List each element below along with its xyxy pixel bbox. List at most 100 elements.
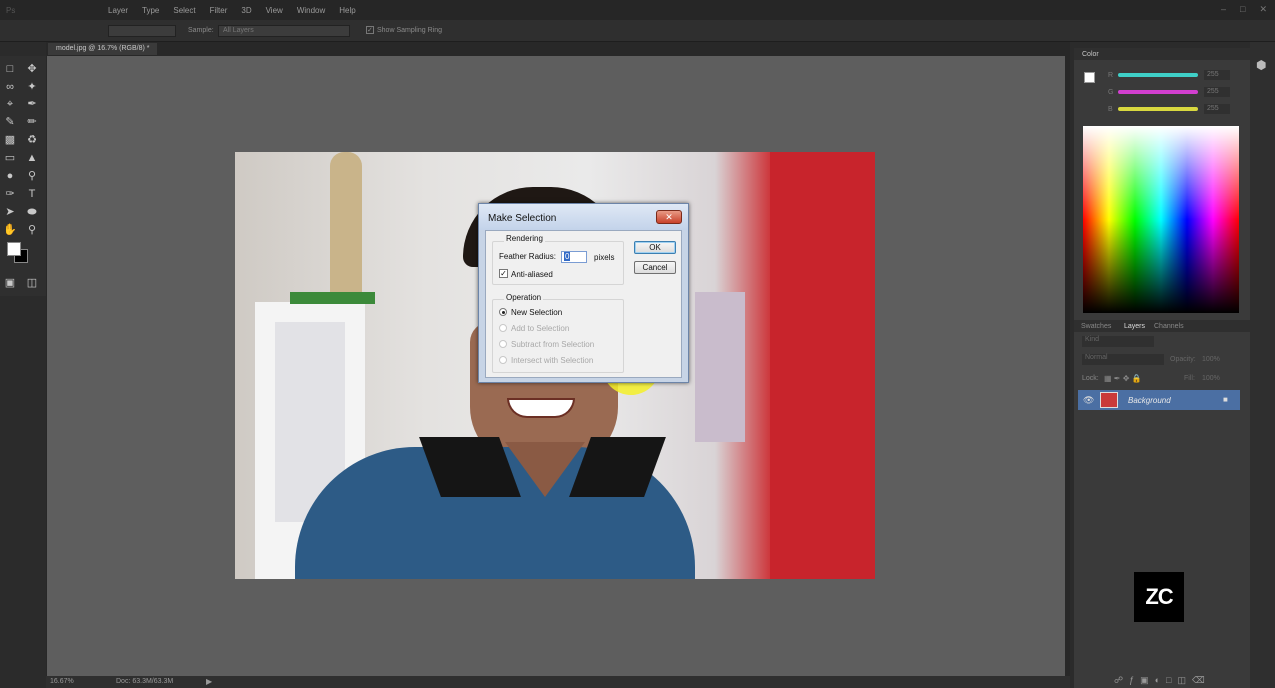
channel-r-slider[interactable]: [1118, 73, 1198, 77]
move-tool-icon[interactable]: ✥: [25, 62, 39, 76]
foreground-color-swatch[interactable]: [7, 242, 21, 256]
red-wall: [770, 152, 875, 579]
layer-kind-filter[interactable]: Kind: [1082, 336, 1154, 347]
dodge-tool-icon[interactable]: ⚲: [25, 169, 39, 183]
close-icon[interactable]: ✕: [1259, 4, 1267, 15]
lasso-tool-icon[interactable]: ∞: [3, 80, 17, 94]
antialiased-checkbox[interactable]: ✓: [499, 269, 508, 278]
quick-mask-icon[interactable]: ▣: [3, 276, 17, 290]
blur-tool-icon[interactable]: ●: [3, 169, 17, 183]
make-selection-dialog: Make Selection ✕ Rendering Feather Radiu…: [478, 203, 689, 383]
rendering-label: Rendering: [504, 234, 545, 243]
color-fg-swatch[interactable]: [1084, 72, 1095, 83]
status-bar: 16.67% Doc: 63.3M/63.3M ▶: [46, 676, 1070, 688]
channel-b-slider[interactable]: [1118, 107, 1198, 111]
document-tab[interactable]: model.jpg @ 16.7% (RGB/8) *: [48, 43, 158, 55]
menu-help[interactable]: Help: [339, 6, 355, 15]
operation-label: Operation: [504, 293, 544, 302]
maximize-icon[interactable]: □: [1240, 4, 1245, 15]
crop-tool-icon[interactable]: ⌖: [3, 97, 17, 111]
dialog-body: Rendering Feather Radius: 0 pixels ✓ Ant…: [485, 230, 682, 378]
menu-filter[interactable]: Filter: [210, 6, 228, 15]
channels-tab[interactable]: Channels: [1154, 323, 1184, 330]
layer-lock-icon: ■: [1223, 395, 1228, 404]
path-selection-icon[interactable]: ➤: [3, 205, 17, 219]
history-brush-icon[interactable]: ♻: [25, 133, 39, 147]
new-selection-radio[interactable]: [499, 308, 507, 316]
3d-cube-icon[interactable]: ⬢: [1256, 58, 1266, 72]
channel-g-value[interactable]: 255: [1204, 87, 1230, 97]
visibility-eye-icon[interactable]: 👁: [1083, 395, 1094, 406]
sample-label: Sample:: [188, 27, 214, 34]
feather-radius-input[interactable]: 0: [561, 251, 587, 263]
clone-stamp-icon[interactable]: ▩: [3, 133, 17, 147]
screen-mode-icon[interactable]: ◫: [25, 276, 39, 290]
blend-mode-select[interactable]: Normal: [1082, 354, 1164, 365]
pen-tool-icon[interactable]: ✑: [3, 187, 17, 201]
brush-tool-icon[interactable]: ✏: [25, 115, 39, 129]
menu-type[interactable]: Type: [142, 6, 159, 15]
app-logo: Ps: [6, 5, 16, 15]
watermark-logo: ZC: [1134, 572, 1184, 622]
close-icon: ✕: [665, 212, 673, 222]
layers-tab[interactable]: Layers: [1124, 323, 1145, 330]
type-tool-icon[interactable]: T: [25, 187, 39, 201]
subtract-from-selection-label: Subtract from Selection: [511, 340, 595, 349]
feather-radius-label: Feather Radius:: [499, 252, 556, 261]
show-ring-checkbox[interactable]: ✓: [366, 26, 374, 34]
layer-name[interactable]: Background: [1128, 396, 1171, 405]
layers-bottom-icons[interactable]: ☍ƒ▣◐□◫⌫: [1114, 675, 1211, 686]
swatches-tab[interactable]: Swatches: [1081, 323, 1111, 330]
cancel-button[interactable]: Cancel: [634, 261, 676, 274]
ellipse-tool-icon[interactable]: ⬬: [25, 205, 39, 219]
subtract-from-selection-radio[interactable]: [499, 340, 507, 348]
marquee-tool-icon[interactable]: □: [3, 62, 17, 76]
ok-button[interactable]: OK: [634, 241, 676, 254]
smile: [507, 398, 575, 418]
add-to-selection-radio[interactable]: [499, 324, 507, 332]
status-menu-arrow-icon[interactable]: ▶: [206, 677, 212, 686]
channel-g-slider[interactable]: [1118, 90, 1198, 94]
add-to-selection-label: Add to Selection: [511, 324, 570, 333]
menu-select[interactable]: Select: [173, 6, 195, 15]
layer-row-background[interactable]: 👁 Background ■: [1078, 390, 1240, 410]
hand-tool-icon[interactable]: ✋: [3, 223, 17, 237]
collapsed-panel-dock: ⬢: [1250, 42, 1275, 688]
feather-radius-value: 0: [564, 252, 571, 261]
menu-view[interactable]: View: [266, 6, 283, 15]
intersect-with-selection-label: Intersect with Selection: [511, 356, 594, 365]
menu-layer[interactable]: Layer: [108, 6, 128, 15]
opacity-value[interactable]: 100%: [1202, 356, 1220, 363]
magic-wand-icon[interactable]: ✦: [25, 80, 39, 94]
fill-label: Fill:: [1184, 375, 1195, 382]
menu-window[interactable]: Window: [297, 6, 325, 15]
channel-b-value[interactable]: 255: [1204, 104, 1230, 114]
layer-thumbnail: [1100, 392, 1118, 408]
intersect-with-selection-radio[interactable]: [499, 356, 507, 364]
sample-layers-select[interactable]: All Layers: [218, 25, 350, 37]
healing-brush-icon[interactable]: ✎: [3, 115, 17, 129]
lock-label: Lock:: [1082, 375, 1099, 382]
minimize-icon[interactable]: –: [1221, 4, 1226, 15]
eraser-tool-icon[interactable]: ▭: [3, 151, 17, 165]
eyedropper-icon[interactable]: ✒: [25, 97, 39, 111]
color-panel-tab[interactable]: Color: [1082, 51, 1099, 58]
menu-3d[interactable]: 3D: [241, 6, 251, 15]
rabbit-figurine: [330, 152, 362, 297]
dialog-close-button[interactable]: ✕: [656, 210, 682, 224]
channel-g-label: G: [1108, 89, 1114, 96]
channel-r-value[interactable]: 255: [1204, 70, 1230, 80]
window-controls: – □ ✕: [1221, 4, 1267, 15]
feather-unit-label: pixels: [594, 253, 615, 262]
paint-bucket-icon[interactable]: ▲: [25, 151, 39, 165]
fill-value[interactable]: 100%: [1202, 375, 1220, 382]
zoom-tool-icon[interactable]: ⚲: [25, 223, 39, 237]
menu-bar: Ps Layer Type Select Filter 3D View Wind…: [0, 0, 1275, 20]
zoom-level[interactable]: 16.67%: [50, 678, 74, 685]
checkmark-icon: ✓: [500, 269, 507, 278]
dialog-title: Make Selection: [488, 213, 557, 224]
color-spectrum[interactable]: [1083, 126, 1239, 313]
lock-icons[interactable]: ▦ ✒ ✥ 🔒: [1104, 374, 1142, 383]
options-bar: Sample: All Layers ✓ Show Sampling Ring: [0, 20, 1275, 42]
sample-size-select[interactable]: [108, 25, 176, 37]
